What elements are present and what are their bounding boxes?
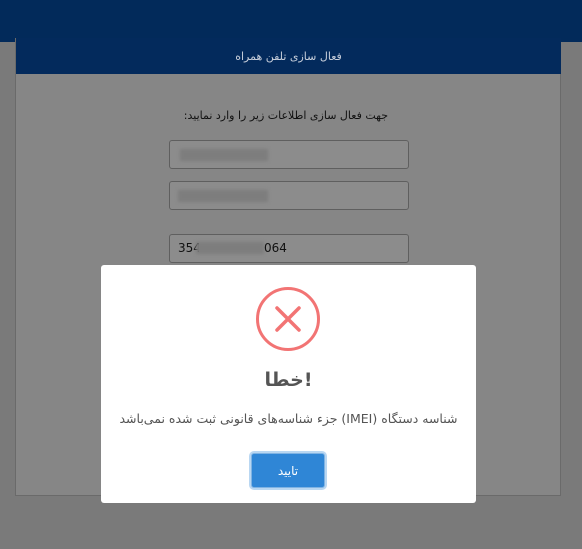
dialog-message: شناسه دستگاه (IMEI) جزء شناسه‌های قانونی…	[119, 411, 458, 426]
second-field[interactable]	[169, 181, 409, 210]
first-field[interactable]	[169, 140, 409, 169]
error-x-icon	[256, 287, 320, 351]
top-navbar	[0, 0, 582, 42]
imei-suffix: 064	[264, 241, 287, 255]
error-dialog: خطا! شناسه دستگاه (IMEI) جزء شناسه‌های ق…	[101, 265, 476, 503]
form-instruction: جهت فعال سازی اطلاعات زیر را وارد نمایید…	[183, 109, 388, 122]
confirm-button[interactable]: تایید	[251, 453, 325, 488]
dialog-title: خطا!	[264, 369, 313, 391]
panel-title: فعال سازی تلفن همراه	[16, 38, 561, 74]
imei-field[interactable]: 354 064	[169, 234, 409, 263]
redacted-value	[180, 149, 268, 161]
redacted-value	[178, 190, 268, 202]
redacted-value	[196, 242, 264, 254]
